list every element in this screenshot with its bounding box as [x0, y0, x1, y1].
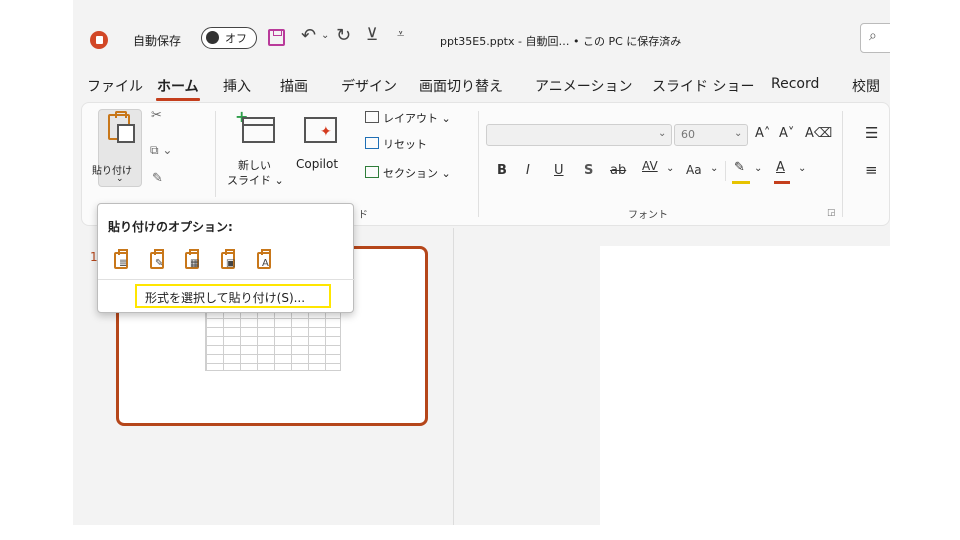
group-separator: [478, 111, 479, 217]
bullets-icon[interactable]: ☰: [865, 124, 878, 142]
paste-special-label: 形式を選択して貼り付け(S)...: [145, 291, 306, 305]
menu-separator: [98, 279, 355, 280]
title-bar: 自動保存 オフ ↶ ⌄ ↻ ⊻ ⩡ ppt35E5.pptx - 自動回… • …: [73, 0, 890, 70]
italic-button[interactable]: I: [526, 163, 530, 178]
new-slide-label-2[interactable]: スライド ⌄: [227, 172, 284, 188]
paste-button[interactable]: 貼り付け ⌄: [92, 109, 142, 187]
undo-dropdown-icon[interactable]: ⌄: [321, 30, 329, 41]
slides-group-label: ド: [358, 210, 368, 221]
new-slide-label-1[interactable]: 新しい: [238, 157, 271, 173]
align-left-icon[interactable]: ≡: [865, 161, 878, 179]
tab-slideshow[interactable]: スライド ショー: [652, 76, 754, 96]
new-slide-icon[interactable]: [242, 117, 275, 143]
undo-icon[interactable]: ↶: [301, 25, 316, 46]
button-separator: [725, 161, 726, 181]
copilot-icon[interactable]: [304, 117, 337, 143]
shrink-font-icon[interactable]: A˅: [779, 126, 794, 141]
customize-toolbar-icon[interactable]: ⩡: [397, 27, 404, 42]
font-name-combo[interactable]: ⌄: [486, 124, 672, 146]
paste-label: 貼り付け: [92, 166, 132, 177]
font-color-dropdown-icon[interactable]: ⌄: [798, 163, 806, 174]
clipboard-icon: [108, 111, 135, 143]
document-title: ppt35E5.pptx - 自動回… • この PC に保存済み: [440, 35, 682, 48]
copy-icon[interactable]: ⧉ ⌄: [150, 143, 172, 158]
group-separator: [215, 111, 216, 197]
autosave-toggle[interactable]: オフ: [201, 27, 257, 49]
slide-canvas[interactable]: [600, 246, 890, 525]
paste-special-button[interactable]: 形式を選択して貼り付け(S)...: [135, 284, 331, 308]
shadow-button[interactable]: S: [584, 163, 593, 178]
font-size-dropdown-icon: ⌄: [734, 128, 743, 139]
autosave-state: オフ: [225, 32, 247, 45]
tab-home[interactable]: ホーム: [157, 76, 199, 96]
paste-keep-text-only-icon[interactable]: A: [253, 248, 277, 272]
tab-insert[interactable]: 挿入: [223, 76, 251, 96]
underline-button[interactable]: U: [554, 163, 564, 178]
reset-icon: [365, 137, 379, 149]
tab-file[interactable]: ファイル: [87, 76, 143, 96]
font-name-dropdown-icon: ⌄: [658, 128, 667, 139]
highlight-icon[interactable]: ✎: [734, 160, 745, 175]
grow-font-icon[interactable]: A˄: [755, 126, 770, 141]
layout-icon: [365, 111, 379, 123]
tab-animations[interactable]: アニメーション: [535, 76, 632, 96]
paste-dropdown-icon: ⌄: [116, 174, 124, 184]
format-painter-icon[interactable]: ✎: [152, 171, 163, 186]
clear-formatting-icon[interactable]: A⌫: [805, 126, 832, 141]
search-box[interactable]: ⌕: [860, 23, 890, 53]
tab-record[interactable]: Record: [771, 76, 819, 92]
powerpoint-logo-icon: [90, 31, 108, 49]
pane-divider[interactable]: [453, 228, 454, 525]
layout-button[interactable]: レイアウト ⌄: [383, 110, 451, 126]
font-size-combo[interactable]: 60 ⌄: [674, 124, 748, 146]
character-spacing-button[interactable]: AV: [642, 159, 658, 173]
tab-review[interactable]: 校閲: [852, 76, 880, 96]
active-tab-indicator: [156, 98, 200, 101]
change-case-dropdown-icon[interactable]: ⌄: [710, 163, 718, 174]
section-icon: [365, 166, 379, 178]
highlight-dropdown-icon[interactable]: ⌄: [754, 163, 762, 174]
tab-transitions[interactable]: 画面切り替え: [419, 76, 503, 96]
change-case-button[interactable]: Aa: [686, 163, 702, 177]
paste-embed-icon[interactable]: ▦: [181, 248, 205, 272]
redo-icon[interactable]: ↻: [336, 25, 351, 46]
paste-keep-source-formatting-icon[interactable]: ✎: [146, 248, 170, 272]
paste-picture-icon[interactable]: ▣: [217, 248, 241, 272]
powerpoint-window: 自動保存 オフ ↶ ⌄ ↻ ⊻ ⩡ ppt35E5.pptx - 自動回… • …: [73, 0, 890, 525]
save-icon[interactable]: [268, 29, 285, 46]
ribbon-tabs: ファイル ホーム 挿入 描画 デザイン 画面切り替え アニメーション スライド …: [73, 70, 890, 102]
font-color-icon[interactable]: A: [776, 160, 785, 175]
reset-button[interactable]: リセット: [383, 136, 427, 152]
font-group-label: フォント: [628, 210, 668, 221]
search-icon: ⌕: [869, 28, 877, 44]
section-button[interactable]: セクション ⌄: [383, 165, 451, 181]
toggle-knob: [206, 31, 219, 44]
character-spacing-dropdown-icon[interactable]: ⌄: [666, 163, 674, 174]
highlight-color-bar: [732, 181, 750, 184]
bold-button[interactable]: B: [497, 163, 507, 178]
strikethrough-button[interactable]: ab: [610, 163, 626, 178]
autosave-label: 自動保存: [133, 34, 182, 48]
font-dialog-launcher-icon[interactable]: ◲: [827, 208, 836, 218]
tab-design[interactable]: デザイン: [341, 76, 397, 96]
tab-draw[interactable]: 描画: [280, 76, 308, 96]
paste-options-menu: 貼り付けのオプション: ≣ ✎ ▦ ▣ A 形式を選択して貼り付け(S)...: [97, 203, 355, 313]
font-size-value: 60: [681, 128, 695, 141]
font-color-bar: [774, 181, 790, 184]
cut-icon[interactable]: ✂: [151, 108, 162, 123]
present-icon[interactable]: ⊻: [366, 25, 378, 45]
paste-use-destination-theme-icon[interactable]: ≣: [110, 248, 134, 272]
paste-options-title: 貼り付けのオプション:: [108, 220, 233, 234]
copilot-label[interactable]: Copilot: [296, 157, 338, 171]
group-separator: [842, 111, 843, 217]
